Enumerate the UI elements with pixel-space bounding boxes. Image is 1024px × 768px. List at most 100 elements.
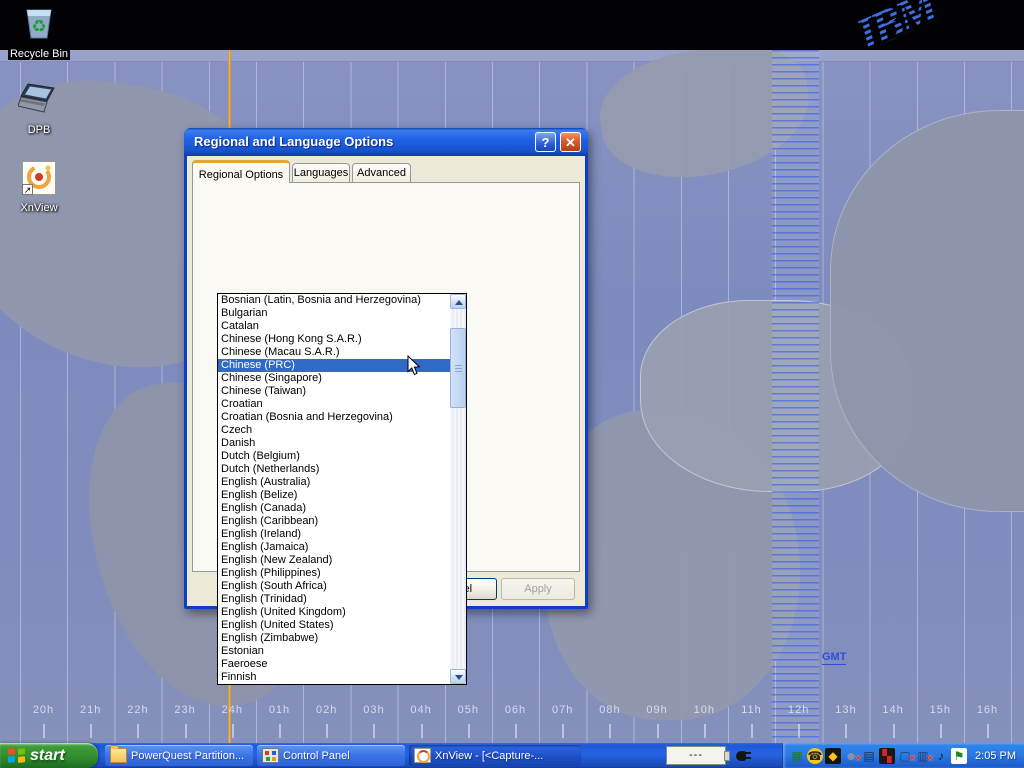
language-option[interactable]: English (Belize) bbox=[218, 489, 450, 502]
language-option[interactable]: Catalan bbox=[218, 320, 450, 333]
hour-label: 05h bbox=[446, 704, 491, 716]
start-button[interactable]: start bbox=[0, 743, 98, 768]
hour-label: 24h bbox=[210, 704, 255, 716]
system-tray: ▦☎◆☻✕▤▚▢✕▥✕♪⚑ 2:05 PM bbox=[782, 743, 1024, 768]
language-option[interactable]: English (Philippines) bbox=[218, 567, 450, 580]
battery-icon: --- bbox=[666, 746, 726, 765]
language-option[interactable]: English (United Kingdom) bbox=[218, 606, 450, 619]
language-option[interactable]: English (Ireland) bbox=[218, 528, 450, 541]
hour-label: 07h bbox=[540, 704, 585, 716]
wireless-disconnected-icon[interactable]: ▥✕ bbox=[915, 748, 931, 764]
language-option[interactable]: English (Jamaica) bbox=[218, 541, 450, 554]
taskbar-window-button[interactable]: PowerQuest Partition... bbox=[105, 745, 253, 766]
language-option[interactable]: Bulgarian bbox=[218, 307, 450, 320]
hour-label: 23h bbox=[163, 704, 208, 716]
tab-languages[interactable]: Languages bbox=[292, 163, 350, 183]
desktop-icon-xnview[interactable]: ↗ XnView bbox=[0, 160, 78, 214]
gmt-label: GMT bbox=[822, 651, 846, 665]
dialog-title: Regional and Language Options bbox=[194, 134, 393, 149]
device-disconnected-icon[interactable]: ▢✕ bbox=[897, 748, 913, 764]
scroll-up-button[interactable] bbox=[450, 294, 466, 309]
messenger-offline-icon[interactable]: ☻✕ bbox=[843, 748, 859, 764]
hour-label: 04h bbox=[399, 704, 444, 716]
language-option[interactable]: Bosnian (Latin, Bosnia and Herzegovina) bbox=[218, 294, 450, 307]
hour-label: 06h bbox=[493, 704, 538, 716]
taskbar-button-label: XnView - [<Capture-... bbox=[435, 750, 543, 762]
taskbar-window-buttons: PowerQuest Partition... Control Panel XnVi… bbox=[105, 745, 581, 766]
control-panel-icon bbox=[262, 748, 279, 763]
language-option[interactable]: Dutch (Belgium) bbox=[218, 450, 450, 463]
taskbar-window-button[interactable]: Control Panel bbox=[257, 745, 405, 766]
language-option[interactable]: Dutch (Netherlands) bbox=[218, 463, 450, 476]
desktop-icon-label: DPB bbox=[28, 124, 51, 136]
desktop-icon-recycle-bin[interactable]: ♻ Recycle Bin bbox=[0, 4, 78, 60]
language-option[interactable]: Finnish bbox=[218, 671, 450, 684]
desktop-icon-label: XnView bbox=[20, 202, 57, 214]
language-option[interactable]: Croatian bbox=[218, 398, 450, 411]
hour-label: 15h bbox=[918, 704, 963, 716]
ac-plug-icon bbox=[735, 748, 753, 763]
hour-label: 13h bbox=[823, 704, 868, 716]
mouse-cursor-icon bbox=[407, 355, 421, 380]
diamond-utility-icon[interactable]: ◆ bbox=[825, 748, 841, 764]
language-option[interactable]: Croatian (Bosnia and Herzegovina) bbox=[218, 411, 450, 424]
language-option[interactable]: English (South Africa) bbox=[218, 580, 450, 593]
dropdown-scrollbar[interactable] bbox=[450, 294, 466, 684]
svg-text:♻: ♻ bbox=[31, 17, 46, 36]
desktop-screen: GMT 20h21h22h23h24h01h02h03h04h05h06h07h… bbox=[0, 0, 1024, 768]
hour-label: 09h bbox=[635, 704, 680, 716]
hour-label: 03h bbox=[351, 704, 396, 716]
language-option[interactable]: Czech bbox=[218, 424, 450, 437]
taskbar-clock[interactable]: 2:05 PM bbox=[975, 750, 1016, 762]
svg-text:↗: ↗ bbox=[24, 185, 32, 195]
folder-icon bbox=[110, 748, 127, 763]
hour-label: 22h bbox=[115, 704, 160, 716]
taskbar-button-label: PowerQuest Partition... bbox=[131, 750, 244, 762]
recycle-bin-icon: ♻ bbox=[20, 4, 58, 45]
apply-button[interactable]: Apply bbox=[501, 578, 575, 600]
language-option[interactable]: English (Trinidad) bbox=[218, 593, 450, 606]
taskbar-window-button[interactable]: XnView - [<Capture-... bbox=[409, 745, 581, 766]
phone-support-icon[interactable]: ☎ bbox=[807, 748, 823, 764]
language-option[interactable]: English (Caribbean) bbox=[218, 515, 450, 528]
hour-label: 01h bbox=[257, 704, 302, 716]
language-option[interactable]: English (Zimbabwe) bbox=[218, 632, 450, 645]
language-option[interactable]: Danish bbox=[218, 437, 450, 450]
dialog-titlebar[interactable]: Regional and Language Options ? ✕ bbox=[184, 128, 588, 156]
language-dropdown-items: Bosnian (Latin, Bosnia and Herzegovina)B… bbox=[218, 294, 466, 684]
thumb-grip bbox=[455, 365, 462, 366]
hour-label: 21h bbox=[68, 704, 113, 716]
hour-label: 02h bbox=[304, 704, 349, 716]
scrollbar-thumb[interactable] bbox=[450, 328, 466, 408]
gmt-hatched-band bbox=[772, 50, 819, 743]
language-option[interactable]: English (Canada) bbox=[218, 502, 450, 515]
usb-device-icon[interactable]: ▦ bbox=[789, 748, 805, 764]
language-option[interactable]: Faeroese bbox=[218, 658, 450, 671]
language-option[interactable]: Chinese (Taiwan) bbox=[218, 385, 450, 398]
hour-label: 16h bbox=[965, 704, 1010, 716]
desktop-icon-dpb[interactable]: DPB bbox=[0, 82, 78, 136]
language-option[interactable]: English (United States) bbox=[218, 619, 450, 632]
xnview-icon bbox=[414, 748, 431, 763]
start-button-label: start bbox=[30, 747, 65, 765]
language-option[interactable]: Estonian bbox=[218, 645, 450, 658]
tab-advanced[interactable]: Advanced bbox=[352, 163, 411, 183]
close-button[interactable]: ✕ bbox=[560, 132, 581, 152]
language-option[interactable]: English (New Zealand) bbox=[218, 554, 450, 567]
taskbar-button-label: Control Panel bbox=[283, 750, 350, 762]
screen-capture-icon[interactable]: ⚑ bbox=[951, 748, 967, 764]
display-driver-icon[interactable]: ▚ bbox=[879, 748, 895, 764]
hour-label: 14h bbox=[871, 704, 916, 716]
hour-label: 11h bbox=[729, 704, 774, 716]
hour-label: 08h bbox=[587, 704, 632, 716]
power-meter[interactable]: --- bbox=[666, 746, 753, 765]
chevron-down-icon bbox=[455, 675, 463, 680]
network-computers-icon[interactable]: ▤ bbox=[861, 748, 877, 764]
desktop-icon-label: Recycle Bin bbox=[8, 48, 70, 60]
language-option[interactable]: English (Australia) bbox=[218, 476, 450, 489]
tab-regional-options[interactable]: Regional Options bbox=[192, 160, 290, 183]
language-option[interactable]: Chinese (Hong Kong S.A.R.) bbox=[218, 333, 450, 346]
volume-icon[interactable]: ♪ bbox=[933, 748, 949, 764]
help-button[interactable]: ? bbox=[535, 132, 556, 152]
scroll-down-button[interactable] bbox=[450, 669, 466, 684]
